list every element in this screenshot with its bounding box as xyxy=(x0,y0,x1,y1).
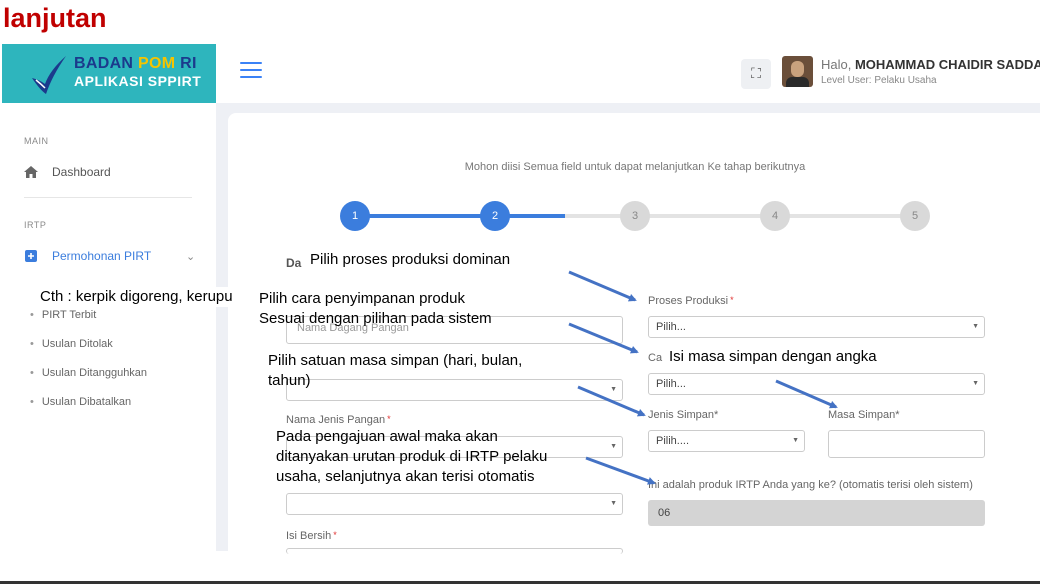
plus-square-icon xyxy=(25,250,37,262)
caret-down-icon: ▼ xyxy=(792,437,799,444)
fullscreen-button[interactable]: ⛶ xyxy=(741,59,771,89)
sidebar-section-irtp: IRTP xyxy=(24,220,47,230)
hamburger-menu-icon[interactable] xyxy=(240,62,262,80)
caret-down-icon: ▼ xyxy=(610,443,617,450)
slide: lanjutan BADAN POM RI APLIKASI SPPIRT ⛶ … xyxy=(0,0,1040,584)
sidebar-section-main: MAIN xyxy=(24,136,49,146)
proses-produksi-select[interactable]: Pilih... ▼ xyxy=(648,316,985,338)
sidebar-divider xyxy=(24,197,192,198)
annotation-penyimpanan-2: Sesuai dengan pilihan pada sistem xyxy=(259,310,492,327)
step-line-pending xyxy=(565,214,915,218)
bpom-logo-icon xyxy=(32,56,66,94)
section-heading: Da xyxy=(286,256,302,270)
top-bar: ⛶ Halo, MOHAMMAD CHAIDIR SADDAK Level Us… xyxy=(216,44,1040,103)
nama-jenis-pangan-label: Nama Jenis Pangan * xyxy=(286,414,391,426)
annotation-urutan: Pada pengajuan awal maka akan ditanyakan… xyxy=(276,428,548,485)
user-name: MOHAMMAD CHAIDIR SADDAK xyxy=(854,57,1040,72)
header-separator xyxy=(216,103,1040,111)
step-line-done xyxy=(355,214,495,218)
sidebar-sub-item[interactable]: PIRT Terbit xyxy=(30,309,96,321)
caret-down-icon: ▼ xyxy=(972,323,979,330)
slide-title: lanjutan xyxy=(3,3,107,33)
caret-down-icon: ▼ xyxy=(610,386,617,393)
produk-ke-field: 06 xyxy=(648,500,985,526)
brand-name: BADAN POM RI xyxy=(74,55,197,72)
isi-bersih-label: Isi Bersih * xyxy=(286,530,337,542)
caret-down-icon: ▼ xyxy=(972,380,979,387)
cara-penyimpanan-label: Ca xyxy=(648,352,663,364)
brand-logo-area[interactable]: BADAN POM RI APLIKASI SPPIRT xyxy=(2,44,216,103)
annotation-satuan: Pilih satuan masa simpan (hari, bulan, t… xyxy=(268,352,523,389)
jenis-simpan-label: Jenis Simpan* xyxy=(648,409,719,421)
sidebar-item-permohonan[interactable]: Permohonan PIRT ⌄ xyxy=(24,249,195,263)
step-1[interactable]: 1 xyxy=(340,201,370,231)
avatar[interactable] xyxy=(782,56,813,87)
sidebar-sub-item[interactable]: Usulan Dibatalkan xyxy=(30,396,131,408)
user-greeting[interactable]: Halo, MOHAMMAD CHAIDIR SADDAK xyxy=(821,57,1040,72)
produk-ke-label: Ini adalah produk IRTP Anda yang ke? (ot… xyxy=(648,479,973,491)
step-3[interactable]: 3 xyxy=(620,201,650,231)
masa-simpan-label: Masa Simpan* xyxy=(828,409,900,421)
annotation-contoh: Cth : kerpik digoreng, kerupu xyxy=(40,287,259,307)
jenis-simpan-select[interactable]: Pilih.... ▼ xyxy=(648,430,805,452)
annotation-masa-angka: Isi masa simpan dengan angka xyxy=(669,348,877,365)
brand-app-name: APLIKASI SPPIRT xyxy=(74,73,202,89)
step-2[interactable]: 2 xyxy=(480,201,510,231)
cara-penyimpanan-select[interactable]: Pilih... ▼ xyxy=(648,373,985,395)
fullscreen-icon: ⛶ xyxy=(751,66,761,82)
step-5[interactable]: 5 xyxy=(900,201,930,231)
chevron-down-icon: ⌄ xyxy=(186,251,196,263)
caret-down-icon: ▼ xyxy=(610,500,617,507)
annotation-penyimpanan-1: Pilih cara penyimpanan produk xyxy=(259,290,465,307)
sidebar-sub-item[interactable]: Usulan Ditangguhkan xyxy=(30,367,147,379)
form-instruction: Mohon diisi Semua field untuk dapat mela… xyxy=(464,161,806,173)
annotation-proses: Pilih proses produksi dominan xyxy=(310,251,511,268)
proses-produksi-label: Proses Produksi * xyxy=(648,295,734,307)
user-level: Level User: Pelaku Usaha xyxy=(821,75,937,86)
masa-simpan-input[interactable] xyxy=(828,430,985,458)
isi-bersih-input[interactable] xyxy=(286,548,623,554)
sidebar-sub-item[interactable]: Usulan Ditolak xyxy=(30,338,113,350)
step-4[interactable]: 4 xyxy=(760,201,790,231)
left-select-3[interactable]: ▼ xyxy=(286,493,623,515)
